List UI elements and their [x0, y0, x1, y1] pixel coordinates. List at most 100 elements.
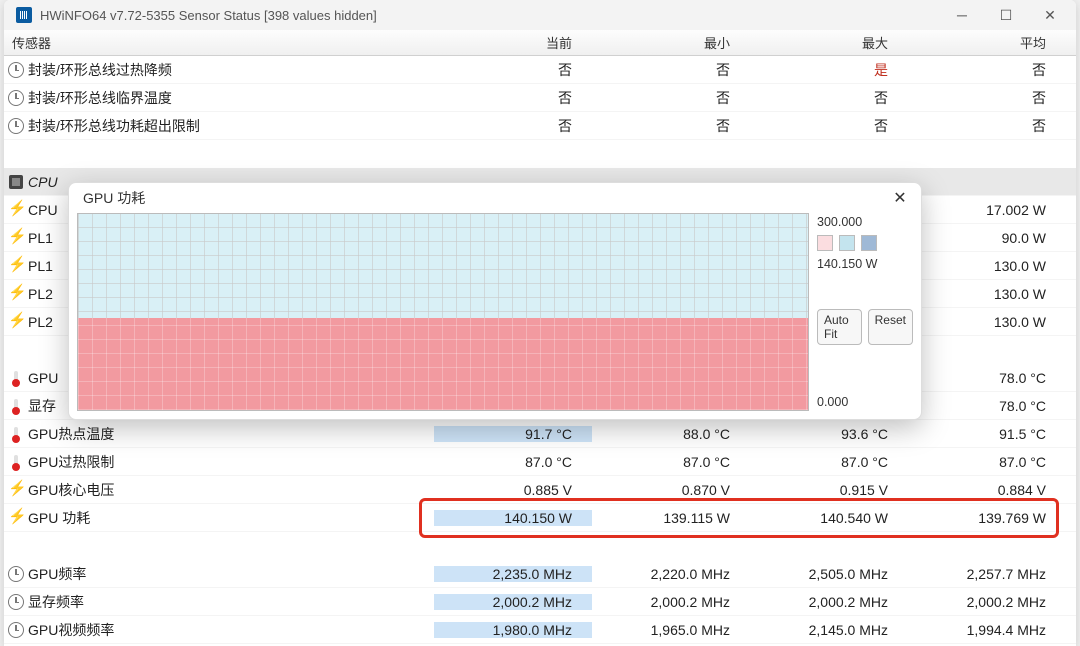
- val-min: 2,000.2 MHz: [592, 594, 750, 610]
- col-avg[interactable]: 平均: [908, 30, 1066, 55]
- sensor-name: 显存频率: [28, 592, 84, 612]
- val-max: 否: [750, 88, 908, 108]
- popup-titlebar[interactable]: GPU 功耗 ✕: [69, 183, 921, 213]
- bolt-icon: ⚡: [8, 510, 24, 526]
- val-avg: 0.884 V: [908, 482, 1066, 498]
- val-max: 87.0 °C: [750, 454, 908, 470]
- val-max: 140.540 W: [750, 510, 908, 526]
- val-current: 2,000.2 MHz: [434, 594, 592, 610]
- bolt-icon: ⚡: [8, 314, 24, 330]
- swatch-3[interactable]: [861, 235, 877, 251]
- sensor-row[interactable]: ⚡GPU 功耗 140.150 W139.115 W140.540 W139.76…: [4, 504, 1076, 532]
- legend-swatches: [817, 235, 913, 251]
- sensor-name: GPU核心电压: [28, 480, 114, 500]
- val-min: 1,965.0 MHz: [592, 622, 750, 638]
- sensor-name: GPU: [28, 370, 58, 386]
- val-current: 140.150 W: [434, 510, 592, 526]
- sensor-name: PL2: [28, 314, 53, 330]
- col-min[interactable]: 最小: [592, 30, 750, 55]
- val-min: 否: [592, 60, 750, 80]
- sensor-name: CPU: [28, 202, 58, 218]
- therm-icon: [8, 426, 24, 442]
- maximize-button[interactable]: ☐: [984, 1, 1028, 29]
- sensor-name: 封装/环形总线临界温度: [28, 88, 172, 108]
- therm-icon: [8, 370, 24, 386]
- val-avg: 否: [908, 88, 1066, 108]
- sensor-row[interactable]: ⚡GPU核心电压 0.885 V0.870 V0.915 V0.884 V: [4, 476, 1076, 504]
- clock-icon: [8, 622, 24, 638]
- val-min: 87.0 °C: [592, 454, 750, 470]
- sensor-row[interactable]: GPU热点温度91.7 °C88.0 °C93.6 °C91.5 °C: [4, 420, 1076, 448]
- sensor-name: 封装/环形总线功耗超出限制: [28, 116, 200, 136]
- val-avg: 130.0 W: [908, 286, 1066, 302]
- val-min: 139.115 W: [592, 510, 750, 526]
- val-avg: 90.0 W: [908, 230, 1066, 246]
- sensor-name: GPU视频频率: [28, 620, 114, 640]
- col-current[interactable]: 当前: [434, 30, 592, 55]
- therm-icon: [8, 454, 24, 470]
- val-min: 0.870 V: [592, 482, 750, 498]
- graph-fill: [78, 318, 808, 410]
- sensor-row[interactable]: 显存频率2,000.2 MHz2,000.2 MHz2,000.2 MHz2,0…: [4, 588, 1076, 616]
- val-avg: 78.0 °C: [908, 370, 1066, 386]
- sensor-name: GPU过热限制: [28, 452, 114, 472]
- val-min: 否: [592, 88, 750, 108]
- swatch-1[interactable]: [817, 235, 833, 251]
- bolt-icon: ⚡: [8, 230, 24, 246]
- y-max-label: 300.000: [817, 213, 913, 229]
- col-max[interactable]: 最大: [750, 30, 908, 55]
- val-current: 否: [434, 116, 592, 136]
- clock-icon: [8, 62, 24, 78]
- sensor-row[interactable]: GPU频率 2,235.0 MHz2,220.0 MHz2,505.0 MHz2,…: [4, 560, 1076, 588]
- sensor-name: PL1: [28, 230, 53, 246]
- val-min: 否: [592, 116, 750, 136]
- sensor-row[interactable]: GPU视频频率 1,980.0 MHz1,965.0 MHz2,145.0 MHz…: [4, 616, 1076, 644]
- val-avg: 87.0 °C: [908, 454, 1066, 470]
- therm-icon: [8, 398, 24, 414]
- bolt-icon: ⚡: [8, 482, 24, 498]
- val-avg: 17.002 W: [908, 202, 1066, 218]
- sensor-name: PL2: [28, 286, 53, 302]
- clock-icon: [8, 118, 24, 134]
- sensor-row[interactable]: 封装/环形总线过热降频否否是否: [4, 56, 1076, 84]
- sensor-name: GPU频率: [28, 564, 86, 584]
- y-current-label: 140.150 W: [817, 257, 913, 271]
- sensor-row[interactable]: 封装/环形总线功耗超出限制否否否否: [4, 112, 1076, 140]
- graph-area[interactable]: [77, 213, 809, 411]
- close-button[interactable]: ✕: [1028, 1, 1072, 29]
- val-max: 0.915 V: [750, 482, 908, 498]
- popup-title: GPU 功耗: [83, 188, 885, 208]
- clock-icon: [8, 594, 24, 610]
- val-max: 2,505.0 MHz: [750, 566, 908, 582]
- col-sensor[interactable]: 传感器: [4, 30, 434, 55]
- val-current: 0.885 V: [434, 482, 592, 498]
- val-current: 2,235.0 MHz: [434, 566, 592, 582]
- val-current: 1,980.0 MHz: [434, 622, 592, 638]
- swatch-2[interactable]: [839, 235, 855, 251]
- sensor-name: CPU: [28, 174, 58, 190]
- val-current: 87.0 °C: [434, 454, 592, 470]
- main-titlebar: HWiNFO64 v7.72-5355 Sensor Status [398 v…: [4, 0, 1076, 30]
- val-avg: 否: [908, 60, 1066, 80]
- val-max: 93.6 °C: [750, 426, 908, 442]
- sensor-row[interactable]: GPU过热限制87.0 °C87.0 °C87.0 °C87.0 °C: [4, 448, 1076, 476]
- popup-close-button[interactable]: ✕: [885, 185, 915, 211]
- graph-sidebar: 300.000 140.150 W Auto Fit Reset 0.000: [817, 213, 913, 411]
- val-max: 2,145.0 MHz: [750, 622, 908, 638]
- val-avg: 139.769 W: [908, 510, 1066, 526]
- autofit-button[interactable]: Auto Fit: [817, 309, 862, 345]
- val-avg: 130.0 W: [908, 314, 1066, 330]
- val-avg: 91.5 °C: [908, 426, 1066, 442]
- val-max: 是: [750, 60, 908, 80]
- val-avg: 2,000.2 MHz: [908, 594, 1066, 610]
- sensor-row[interactable]: 封装/环形总线临界温度否否否否: [4, 84, 1076, 112]
- minimize-button[interactable]: ─: [940, 1, 984, 29]
- val-max: 2,000.2 MHz: [750, 594, 908, 610]
- val-min: 88.0 °C: [592, 426, 750, 442]
- sensor-name: GPU 功耗: [28, 508, 90, 528]
- val-avg: 2,257.7 MHz: [908, 566, 1066, 582]
- window-title: HWiNFO64 v7.72-5355 Sensor Status [398 v…: [40, 8, 940, 23]
- val-min: 2,220.0 MHz: [592, 566, 750, 582]
- sensor-name: 封装/环形总线过热降频: [28, 60, 172, 80]
- reset-button[interactable]: Reset: [868, 309, 913, 345]
